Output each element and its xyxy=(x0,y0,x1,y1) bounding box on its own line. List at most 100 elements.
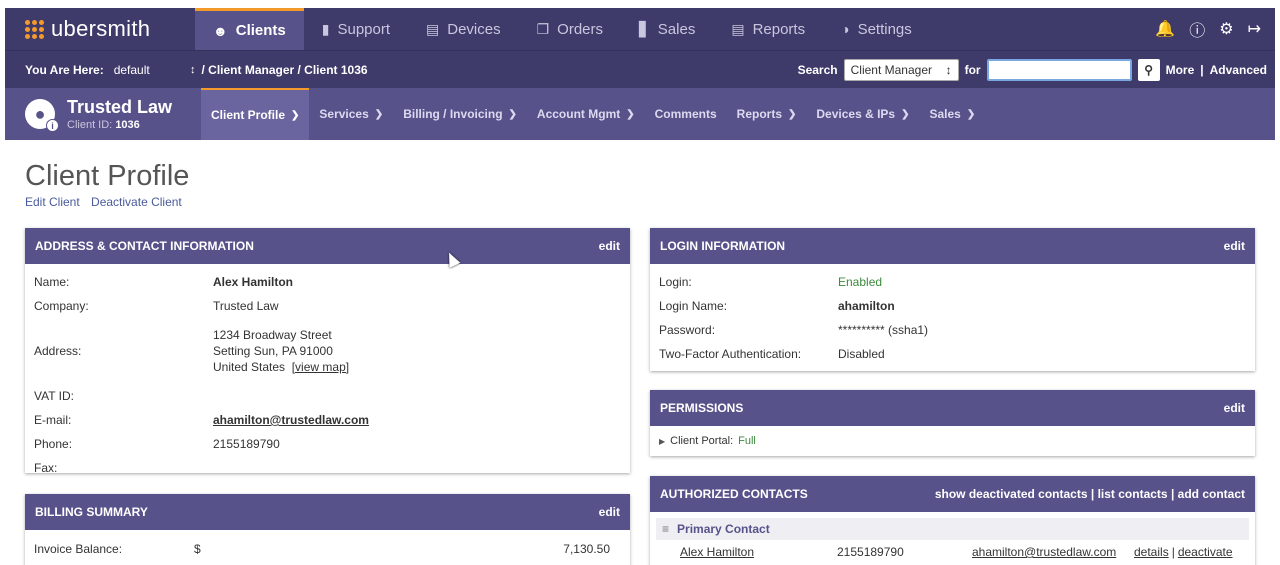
tab-label: Reports xyxy=(752,20,806,38)
drag-handle-icon[interactable]: ≡ xyxy=(662,522,669,536)
deactivate-client-link[interactable]: Deactivate Client xyxy=(91,195,182,209)
help-icon[interactable]: ⓘ xyxy=(1189,17,1205,41)
tab-devices[interactable]: ▤ Devices xyxy=(408,8,519,50)
tab-sales[interactable]: Sales ❯ xyxy=(920,88,986,140)
user-icon: ● xyxy=(34,103,46,124)
show-deactivated-link[interactable]: show deactivated contacts xyxy=(935,487,1088,501)
separator: | xyxy=(1200,63,1204,77)
edit-link[interactable]: edit xyxy=(599,505,620,519)
info-icon[interactable]: i xyxy=(46,119,59,132)
tab-services[interactable]: Services ❯ xyxy=(309,88,393,140)
chevron-down-icon: ❯ xyxy=(374,108,384,120)
view-map-link[interactable]: [view map] xyxy=(292,360,349,374)
clipboard-icon: ▤ xyxy=(731,20,745,37)
panel-header: LOGIN INFORMATION edit xyxy=(650,228,1255,264)
separator: | xyxy=(1170,487,1175,501)
tab-billing-invoicing[interactable]: Billing / Invoicing ❯ xyxy=(393,88,527,140)
tab-devices-ips[interactable]: Devices & IPs ❯ xyxy=(806,88,919,140)
panel-title: BILLING SUMMARY xyxy=(35,505,148,519)
panel-title: LOGIN INFORMATION xyxy=(660,239,786,253)
deactivate-link[interactable]: deactivate xyxy=(1178,545,1233,559)
authorized-contacts-panel: AUTHORIZED CONTACTS show deactivated con… xyxy=(650,476,1255,565)
email-link[interactable]: ahamilton@trustedlaw.com xyxy=(213,413,369,427)
field-label: E-mail: xyxy=(34,413,72,427)
group-title: Primary Contact xyxy=(677,522,770,536)
search-button[interactable]: ⚲ xyxy=(1137,59,1160,81)
tab-client-profile[interactable]: Client Profile ❯ xyxy=(201,88,310,140)
panel-title: AUTHORIZED CONTACTS xyxy=(660,487,808,501)
portal-value: Full xyxy=(738,435,756,447)
tab-account-mgmt[interactable]: Account Mgmt ❯ xyxy=(527,88,645,140)
tab-label: Account Mgmt xyxy=(536,107,621,121)
contact-row: Alex Hamilton 2155189790 ahamilton@trust… xyxy=(650,540,1255,559)
contact-phone: 2155189790 xyxy=(837,545,904,559)
avatar: ● i xyxy=(25,99,59,132)
tab-comments[interactable]: Comments xyxy=(645,88,727,140)
page-title: Client Profile xyxy=(25,160,190,192)
logout-icon[interactable]: ↦ xyxy=(1248,19,1261,39)
sort-arrows-icon[interactable]: ↕ xyxy=(190,64,196,76)
advanced-link[interactable]: Advanced xyxy=(1210,63,1267,77)
tab-reports[interactable]: Reports ❯ xyxy=(727,88,807,140)
search-icon: ⚲ xyxy=(1144,63,1153,77)
logo-text: ubersmith xyxy=(51,16,151,41)
contact-email-link[interactable]: ahamilton@trustedlaw.com xyxy=(972,545,1134,559)
panel-header: AUTHORIZED CONTACTS show deactivated con… xyxy=(650,476,1255,512)
add-contact-link[interactable]: add contact xyxy=(1178,487,1245,501)
tab-reports[interactable]: ▤ Reports xyxy=(713,8,823,50)
two-factor-value: Disabled xyxy=(838,347,885,361)
server-icon: ▤ xyxy=(426,20,440,37)
edit-link[interactable]: edit xyxy=(1224,401,1245,415)
tab-label: Devices xyxy=(447,20,501,38)
context-value[interactable]: default xyxy=(114,63,150,77)
details-link[interactable]: details xyxy=(1134,545,1169,559)
chevron-down-icon: ❯ xyxy=(966,108,976,120)
gear-icon[interactable]: ⚙ xyxy=(1219,19,1233,39)
orders-icon: ❐ xyxy=(536,20,550,37)
address-row: Address: 1234 Broadway Street Setting Su… xyxy=(34,323,621,379)
field-label: Login: xyxy=(659,275,692,289)
address-line: 1234 Broadway Street xyxy=(213,328,332,342)
chevron-down-icon: ❯ xyxy=(291,109,300,121)
separator: | xyxy=(1171,545,1175,559)
gauge-icon: ◑ xyxy=(841,21,850,37)
list-contacts-link[interactable]: list contacts xyxy=(1098,487,1168,501)
logo[interactable]: ubersmith xyxy=(5,16,195,42)
tab-label: Comments xyxy=(654,107,717,121)
panel-header: PERMISSIONS edit xyxy=(650,390,1255,426)
client-name: Trusted Law xyxy=(67,97,173,117)
edit-link[interactable]: edit xyxy=(1224,239,1245,253)
tab-settings[interactable]: ◑ Settings xyxy=(823,8,930,50)
two-factor-row: Two-Factor Authentication: Disabled xyxy=(659,347,1246,371)
field-label: Company: xyxy=(34,299,89,313)
edit-link[interactable]: edit xyxy=(599,239,620,253)
client-identity: ● i Trusted Law Client ID: 1036 xyxy=(5,97,201,132)
more-link[interactable]: More xyxy=(1166,63,1195,77)
search-input[interactable] xyxy=(986,59,1132,81)
tab-support[interactable]: ▮ Support xyxy=(304,8,408,50)
field-label: Phone: xyxy=(34,437,73,451)
main-content: Client Profile Edit Client Deactivate Cl… xyxy=(5,140,1275,565)
search-scope-select[interactable]: Client Manager ↕ xyxy=(843,59,959,81)
password-value: ********** (ssha1) xyxy=(838,323,929,337)
tab-sales[interactable]: ▋ Sales xyxy=(621,8,713,50)
breadcrumb[interactable]: / Client Manager / Client 1036 xyxy=(202,63,368,77)
tab-label: Sales xyxy=(929,107,961,121)
client-portal-row[interactable]: ▶ Client Portal: Full xyxy=(650,426,1255,456)
field-label: Invoice Balance: xyxy=(34,542,123,556)
bell-icon[interactable]: 🔔 xyxy=(1155,19,1175,39)
contact-name-link[interactable]: Alex Hamilton xyxy=(680,545,837,559)
field-label: Address: xyxy=(34,344,82,358)
edit-client-link[interactable]: Edit Client xyxy=(25,195,80,209)
fax-row: Fax: xyxy=(34,451,621,475)
contact-actions: show deactivated contacts | list contact… xyxy=(935,487,1245,501)
search-scope-value: Client Manager xyxy=(850,63,932,77)
tab-label: Settings xyxy=(857,20,912,38)
tab-label: Sales xyxy=(657,20,696,38)
tab-clients[interactable]: ☻ Clients xyxy=(195,8,304,50)
logo-grid-icon xyxy=(25,19,44,39)
address-line: Setting Sun, PA 91000 xyxy=(213,344,333,358)
tab-orders[interactable]: ❐ Orders xyxy=(519,8,621,50)
permissions-panel: PERMISSIONS edit ▶ Client Portal: Full xyxy=(650,390,1255,456)
field-label: Login Name: xyxy=(659,299,728,313)
